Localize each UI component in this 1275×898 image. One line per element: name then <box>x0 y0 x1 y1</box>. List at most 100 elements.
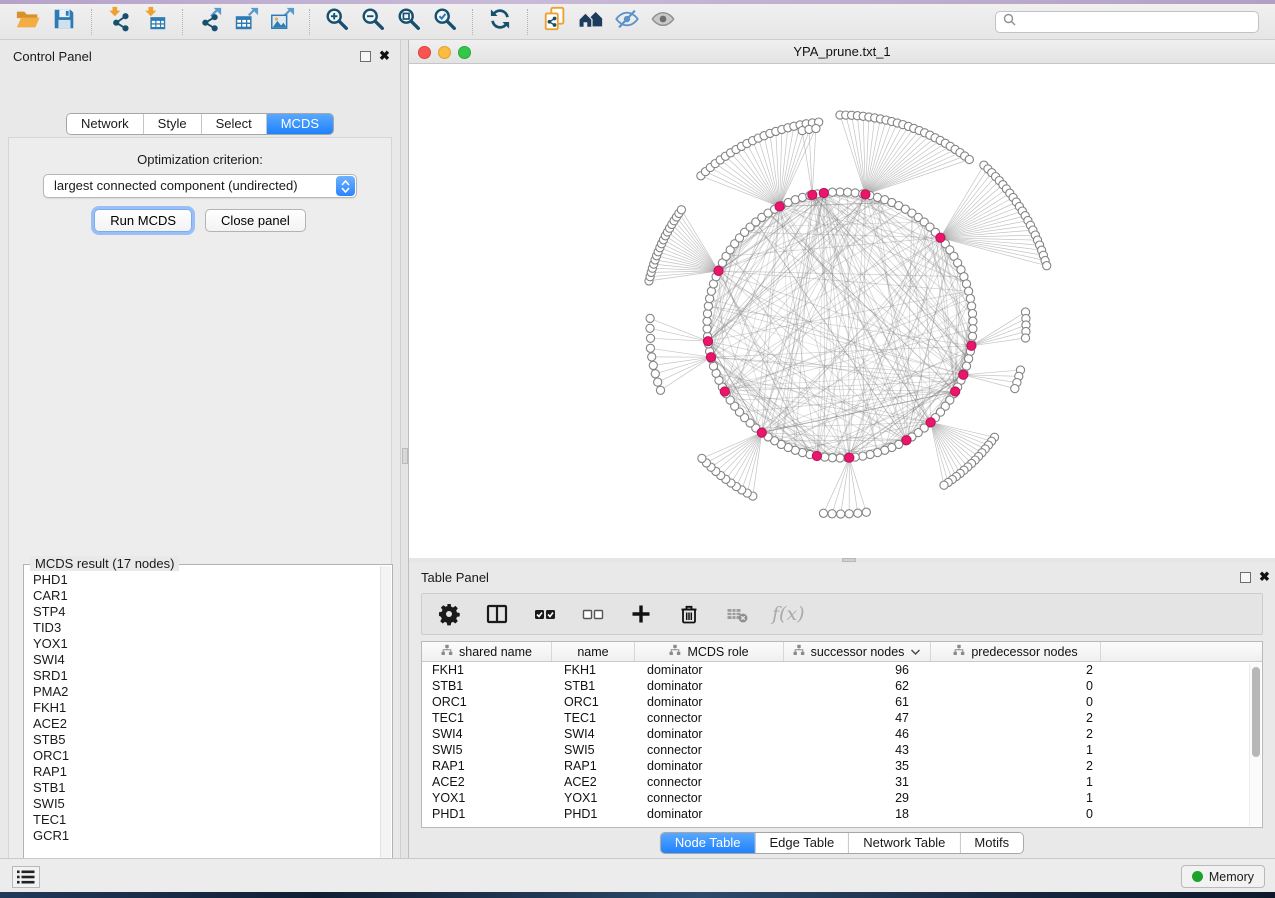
network-node[interactable] <box>968 332 976 340</box>
table-cell[interactable]: 0 <box>931 694 1101 710</box>
table-cell[interactable]: YOX1 <box>422 790 552 806</box>
mcds-hub-node[interactable] <box>845 453 854 462</box>
network-node[interactable] <box>862 508 870 516</box>
hide-selected-button[interactable] <box>609 7 645 37</box>
mcds-hub-node[interactable] <box>819 188 828 197</box>
export-network-button[interactable] <box>192 7 228 37</box>
mcds-hub-node[interactable] <box>967 341 976 350</box>
network-node[interactable] <box>854 509 862 517</box>
criterion-dropdown[interactable]: largest connected component (undirected) <box>43 174 357 198</box>
mcds-hub-node[interactable] <box>951 387 960 396</box>
mcds-node-item[interactable]: SWI4 <box>33 652 383 668</box>
table-cell[interactable]: TEC1 <box>422 710 552 726</box>
mcds-hub-node[interactable] <box>757 428 766 437</box>
table-cell[interactable]: 62 <box>784 678 931 694</box>
table-cell[interactable]: 96 <box>784 662 931 678</box>
network-node[interactable] <box>1011 385 1019 393</box>
mcds-result-scrollbar[interactable] <box>380 566 391 898</box>
network-node[interactable] <box>837 510 845 518</box>
delete-table-button[interactable] <box>724 601 750 627</box>
table-cell[interactable]: 46 <box>784 726 931 742</box>
table-cell[interactable]: PHD1 <box>422 806 552 822</box>
mcds-hub-node[interactable] <box>902 436 911 445</box>
zoom-out-button[interactable] <box>355 7 391 37</box>
table-cell[interactable]: dominator <box>635 758 784 774</box>
network-node[interactable] <box>821 453 829 461</box>
mcds-node-item[interactable]: PHD1 <box>33 572 383 588</box>
table-cell[interactable]: FKH1 <box>552 662 635 678</box>
network-node[interactable] <box>651 370 659 378</box>
mcds-hub-node[interactable] <box>936 233 945 242</box>
close-panel-icon[interactable]: ✖ <box>1259 569 1270 585</box>
network-node[interactable] <box>828 454 836 462</box>
network-node[interactable] <box>966 295 974 303</box>
mcds-node-item[interactable]: YOX1 <box>33 636 383 652</box>
table-scrollbar-thumb[interactable] <box>1252 667 1260 757</box>
mcds-hub-node[interactable] <box>720 387 729 396</box>
table-row[interactable]: ACE2ACE2connector311 <box>422 774 1262 790</box>
mcds-hub-node[interactable] <box>714 266 723 275</box>
table-cell[interactable]: 2 <box>931 758 1101 774</box>
task-history-button[interactable] <box>12 866 40 888</box>
table-cell[interactable]: 2 <box>931 662 1101 678</box>
network-node[interactable] <box>836 188 844 196</box>
save-button[interactable] <box>46 7 82 37</box>
open-button[interactable] <box>10 7 46 37</box>
network-canvas[interactable] <box>409 64 1275 558</box>
table-cell[interactable]: STB1 <box>552 678 635 694</box>
network-node[interactable] <box>698 454 706 462</box>
table-cell[interactable]: 0 <box>931 806 1101 822</box>
network-node[interactable] <box>859 452 867 460</box>
column-header-successor-nodes[interactable]: successor nodes <box>784 642 931 661</box>
network-node[interactable] <box>646 314 654 322</box>
table-cell[interactable]: ORC1 <box>552 694 635 710</box>
network-node[interactable] <box>646 334 654 342</box>
tab-mcds[interactable]: MCDS <box>266 114 333 134</box>
network-node[interactable] <box>1043 262 1051 270</box>
mcds-hub-node[interactable] <box>861 190 870 199</box>
tab-edge-table[interactable]: Edge Table <box>754 833 848 853</box>
show-all-button[interactable] <box>645 7 681 37</box>
network-node[interactable] <box>851 189 859 197</box>
mcds-node-item[interactable]: ORC1 <box>33 748 383 764</box>
table-cell[interactable]: SWI5 <box>422 742 552 758</box>
mcds-node-item[interactable]: STB1 <box>33 780 383 796</box>
table-cell[interactable]: TEC1 <box>552 710 635 726</box>
table-cell[interactable]: 47 <box>784 710 931 726</box>
table-cell[interactable]: 2 <box>931 726 1101 742</box>
mcds-node-item[interactable]: CAR1 <box>33 588 383 604</box>
table-cell[interactable]: connector <box>635 710 784 726</box>
mcds-node-item[interactable]: TID3 <box>33 620 383 636</box>
network-node[interactable] <box>648 353 656 361</box>
zoom-fit-button[interactable] <box>391 7 427 37</box>
table-cell[interactable]: 2 <box>931 710 1101 726</box>
table-cell[interactable]: PHD1 <box>552 806 635 822</box>
table-cell[interactable]: SWI4 <box>552 726 635 742</box>
table-cell[interactable]: 29 <box>784 790 931 806</box>
table-scrollbar[interactable] <box>1249 663 1261 826</box>
mcds-node-item[interactable]: STP4 <box>33 604 383 620</box>
import-table-button[interactable] <box>137 7 173 37</box>
mcds-hub-node[interactable] <box>706 353 715 362</box>
network-node[interactable] <box>866 450 874 458</box>
table-cell[interactable]: connector <box>635 790 784 806</box>
mcds-node-item[interactable]: PMA2 <box>33 684 383 700</box>
refresh-button[interactable] <box>482 7 518 37</box>
close-panel-button[interactable]: Close panel <box>205 209 306 232</box>
splitter-handle[interactable] <box>402 448 408 464</box>
float-panel-icon[interactable] <box>360 51 371 62</box>
network-node[interactable] <box>836 454 844 462</box>
network-node[interactable] <box>703 317 711 325</box>
mcds-node-item[interactable]: FKH1 <box>33 700 383 716</box>
table-cell[interactable]: ACE2 <box>422 774 552 790</box>
network-node[interactable] <box>703 325 711 333</box>
tab-select[interactable]: Select <box>201 114 266 134</box>
network-node[interactable] <box>646 324 654 332</box>
network-node[interactable] <box>646 344 654 352</box>
network-node[interactable] <box>828 510 836 518</box>
mcds-node-item[interactable]: TEC1 <box>33 812 383 828</box>
network-node[interactable] <box>703 310 711 318</box>
network-node[interactable] <box>969 325 977 333</box>
select-all-button[interactable] <box>532 601 558 627</box>
tab-node-table[interactable]: Node Table <box>661 833 755 853</box>
